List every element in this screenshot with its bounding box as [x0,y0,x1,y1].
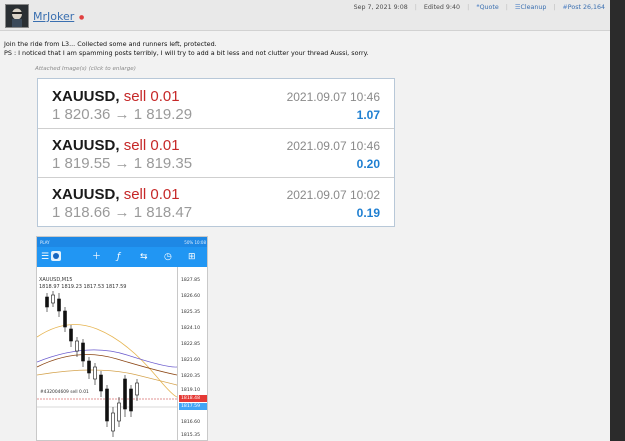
trade-profit: 0.19 [356,206,380,220]
divider: | [467,4,470,11]
forum-page: MrJoker ● Sep 7, 2021 9:08 | Edited 9:40… [0,0,610,441]
crosshair-icon[interactable]: ＋ [92,251,101,263]
trade-date: 2021.09.07 10:46 [286,139,380,153]
trade-prices: 1 818.66 → 1 818.47 [52,204,193,221]
trade-date: 2021.09.07 10:02 [286,188,380,202]
status-left: PLAY [40,240,50,245]
indicators-icon[interactable]: ƒ [117,251,120,263]
post-line: PS : I noticed that I am spamming posts … [4,48,369,57]
phone-chart-screenshot[interactable]: PLAY 50% 10:08 ☰ ＋ ƒ ⇆ ◷ ⊞ XAUUSD,M15 18… [36,236,208,441]
cleanup-button[interactable]: ☰Cleanup [515,4,547,11]
post-number-link[interactable]: #Post 26,164 [563,4,606,11]
post-date: Sep 7, 2021 9:08 [353,4,408,11]
post-header: MrJoker ● Sep 7, 2021 9:08 | Edited 9:40… [0,0,610,31]
attachment-caption: Attached Image(s) (click to enlarge) [35,66,136,72]
avatar-image [6,5,28,27]
candles [45,291,139,437]
online-status-icon: ● [79,14,85,21]
trade-symbol: XAUUSD, sell 0.01 [52,137,180,154]
ask-price-tag: 1818.48 [179,395,207,402]
trade-row: XAUUSD, sell 0.01 1 819.55 → 1 819.35 20… [38,128,394,178]
status-bar: PLAY 50% 10:08 [37,237,207,247]
quote-button[interactable]: ❝Quote [476,4,499,11]
trade-row: XAUUSD, sell 0.01 1 820.36 → 1 819.29 20… [38,79,394,129]
price-scale: 1827.85 1826.60 1825.35 1824.10 1822.85 … [177,267,207,440]
edited-time: Edited 9:40 [423,4,461,11]
quote-label: Quote [479,4,499,11]
username-link[interactable]: MrJoker [33,10,74,23]
post-meta: Sep 7, 2021 9:08 | Edited 9:40 | ❝Quote … [354,4,605,11]
post-body: Join the ride from L3... Collected some … [4,40,369,57]
status-right: 50% 10:08 [184,240,206,245]
price-chart[interactable]: XAUUSD,M15 1818.97 1819.23 1817.53 1817.… [37,267,207,440]
divider: | [414,4,417,11]
app-toolbar: ☰ ＋ ƒ ⇆ ◷ ⊞ [37,247,207,267]
price-tick: 1827.85 [181,278,200,283]
trade-prices: 1 819.55 → 1 819.35 [52,155,193,172]
divider: | [553,4,556,11]
avatar[interactable] [5,4,29,28]
ma-line [37,369,177,386]
trade-date: 2021.09.07 10:46 [286,90,380,104]
trade-history-image[interactable]: XAUUSD, sell 0.01 1 820.36 → 1 819.29 20… [37,78,395,227]
app-logo-icon [50,250,62,266]
trade-symbol: XAUUSD, sell 0.01 [52,186,180,203]
trade-profit: 1.07 [356,108,380,122]
price-tick: 1826.60 [181,294,200,299]
trade-action: sell 0.01 [123,88,180,105]
post-number: Post 26,164 [567,4,605,11]
price-tick: 1819.10 [181,388,200,393]
trade-row: XAUUSD, sell 0.01 1 818.66 → 1 818.47 20… [38,177,394,226]
trade-prices: 1 820.36 → 1 819.29 [52,106,193,123]
bid-price-tag: 1817.59 [179,403,207,410]
price-tick: 1816.60 [181,420,200,425]
price-tick: 1822.85 [181,342,200,347]
post-line: Join the ride from L3... Collected some … [4,40,217,48]
price-tick: 1824.10 [181,326,200,331]
chart-plot [37,291,177,437]
symbol-text: XAUUSD, [52,186,120,203]
price-tick: 1825.35 [181,310,200,315]
order-ticket-label: #432004609 sell 0.01 [40,390,89,395]
price-tick: 1821.60 [181,358,200,363]
new-order-icon[interactable]: ⊞ [188,251,196,263]
trade-action: sell 0.01 [123,137,180,154]
price-tick: 1815.35 [181,433,200,438]
objects-icon[interactable]: ⇆ [140,251,148,263]
trade-action: sell 0.01 [123,186,180,203]
menu-icon[interactable]: ☰ [41,251,49,263]
page-scrollbar[interactable] [610,0,625,441]
cleanup-label: Cleanup [520,4,547,11]
price-tick: 1820.35 [181,374,200,379]
trade-symbol: XAUUSD, sell 0.01 [52,88,180,105]
symbol-text: XAUUSD, [52,137,120,154]
timeframe-icon[interactable]: ◷ [164,251,172,263]
symbol-text: XAUUSD, [52,88,120,105]
trade-profit: 0.20 [356,157,380,171]
divider: | [505,4,508,11]
